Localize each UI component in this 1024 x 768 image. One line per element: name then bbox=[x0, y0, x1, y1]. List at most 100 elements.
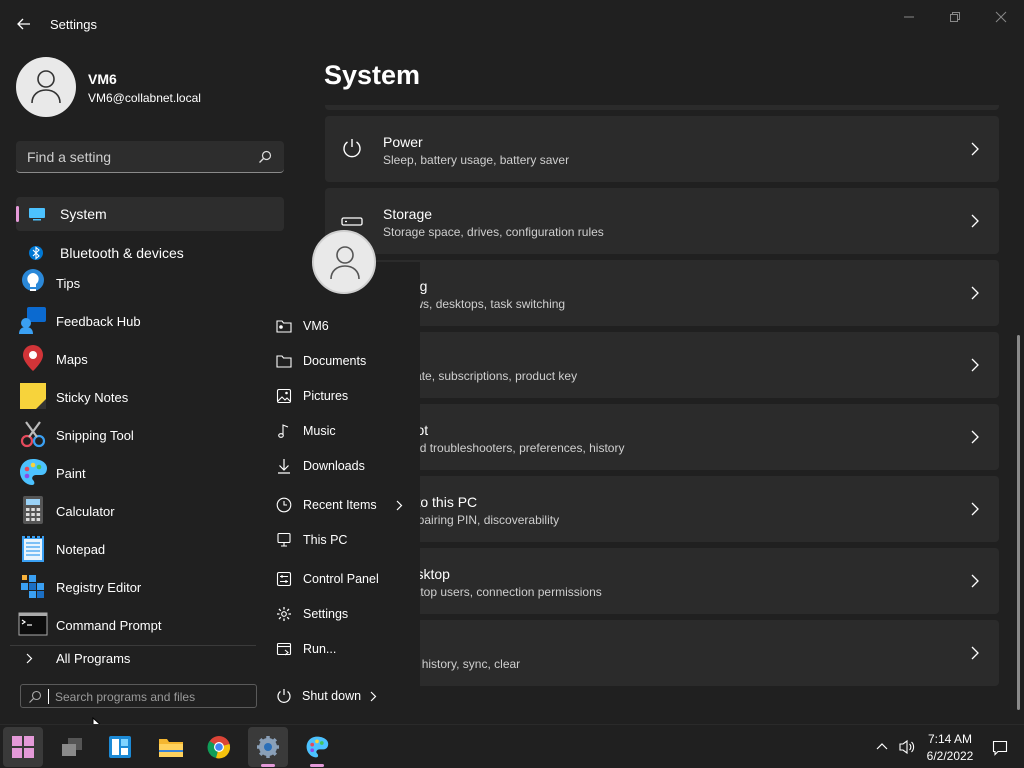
app-label: Maps bbox=[56, 352, 88, 367]
start-place-vm6[interactable]: VM6 bbox=[274, 312, 414, 340]
back-button[interactable] bbox=[12, 12, 36, 36]
running-indicator bbox=[261, 764, 275, 767]
maximize-button[interactable] bbox=[932, 6, 978, 28]
sticky-notes-icon bbox=[20, 383, 46, 409]
start-place-this-pc[interactable]: This PC bbox=[274, 526, 414, 554]
bluetooth-icon bbox=[29, 246, 43, 260]
start-menu-user-avatar[interactable] bbox=[312, 230, 376, 294]
scrollbar[interactable] bbox=[1017, 335, 1020, 710]
widgets-button[interactable] bbox=[100, 727, 140, 767]
documents-icon bbox=[276, 355, 292, 368]
person-icon bbox=[31, 70, 61, 104]
title-bar: Settings bbox=[0, 0, 1024, 48]
start-app-paint[interactable]: Paint bbox=[18, 456, 248, 490]
start-place-run[interactable]: Run... bbox=[274, 635, 414, 663]
clock[interactable]: 7:14 AM 6/2/2022 bbox=[922, 731, 978, 765]
start-place-documents[interactable]: Documents bbox=[274, 347, 414, 375]
start-button[interactable] bbox=[3, 727, 43, 767]
app-label: Feedback Hub bbox=[56, 314, 141, 329]
settings-card-troubleshoot[interactable]: leshoot mended troubleshooters, preferen… bbox=[325, 404, 999, 470]
shut-down-button[interactable]: Shut down bbox=[274, 684, 394, 708]
find-setting-input[interactable]: Find a setting bbox=[16, 141, 284, 173]
control-panel-icon bbox=[276, 571, 292, 587]
start-app-sticky-notes[interactable]: Sticky Notes bbox=[18, 380, 248, 414]
folder-icon bbox=[159, 739, 183, 757]
gear-icon bbox=[257, 736, 279, 758]
start-app-command-prompt[interactable]: Command Prompt bbox=[18, 608, 248, 642]
app-label: Tips bbox=[56, 276, 81, 291]
chrome-icon bbox=[207, 736, 231, 759]
place-label: Run... bbox=[303, 642, 337, 656]
search-icon bbox=[29, 690, 42, 703]
app-label: Sticky Notes bbox=[56, 390, 129, 405]
monitor-icon bbox=[29, 208, 45, 221]
chevron-up-icon[interactable] bbox=[876, 742, 888, 750]
settings-card-activation[interactable]: tion tion state, subscriptions, product … bbox=[325, 332, 999, 398]
user-email: VM6@collabnet.local bbox=[88, 91, 201, 105]
chrome-button[interactable] bbox=[199, 727, 239, 767]
file-explorer-button[interactable] bbox=[150, 727, 190, 767]
minimize-button[interactable] bbox=[886, 6, 932, 28]
downloads-icon bbox=[278, 459, 290, 474]
start-app-calculator[interactable]: Calculator bbox=[18, 494, 248, 528]
sidebar-item-system[interactable]: System bbox=[16, 197, 284, 231]
divider bbox=[10, 645, 256, 646]
selection-indicator bbox=[16, 206, 19, 222]
start-app-notepad[interactable]: Notepad bbox=[18, 532, 248, 566]
pictures-icon bbox=[276, 388, 292, 404]
settings-card-clipboard[interactable]: oard d copy history, sync, clear bbox=[325, 620, 999, 686]
app-label: Command Prompt bbox=[56, 618, 162, 633]
start-place-settings[interactable]: Settings bbox=[274, 600, 414, 628]
start-place-recent-items[interactable]: Recent Items bbox=[274, 491, 414, 519]
start-app-feedback-hub[interactable]: Feedback Hub bbox=[18, 304, 248, 338]
clock-date: 6/2/2022 bbox=[926, 749, 974, 763]
clock-icon bbox=[276, 497, 292, 513]
page-title: System bbox=[324, 60, 421, 90]
paint-taskbar-button[interactable] bbox=[297, 727, 337, 767]
settings-card-storage[interactable]: Storage Storage space, drives, configura… bbox=[325, 188, 999, 254]
user-folder-icon bbox=[276, 320, 292, 333]
sidebar-item-bluetooth[interactable]: Bluetooth & devices bbox=[16, 236, 284, 262]
start-place-downloads[interactable]: Downloads bbox=[274, 452, 414, 480]
chevron-right-icon bbox=[971, 502, 979, 516]
card-title: Storage bbox=[383, 206, 433, 222]
settings-card-remote-desktop[interactable]: te Desktop e Desktop users, connection p… bbox=[325, 548, 999, 614]
task-view-button[interactable] bbox=[52, 727, 92, 767]
user-avatar[interactable] bbox=[16, 57, 76, 117]
start-place-pictures[interactable]: Pictures bbox=[274, 382, 414, 410]
chevron-right-icon bbox=[396, 500, 403, 511]
close-icon bbox=[995, 11, 1007, 23]
command-prompt-icon bbox=[18, 612, 48, 636]
start-app-snipping-tool[interactable]: Snipping Tool bbox=[18, 418, 248, 452]
chevron-right-icon bbox=[971, 142, 979, 156]
all-programs-button[interactable]: All Programs bbox=[18, 648, 256, 670]
start-app-maps[interactable]: Maps bbox=[18, 342, 248, 376]
widgets-icon bbox=[109, 736, 131, 758]
start-place-music[interactable]: Music bbox=[274, 417, 414, 445]
search-icon bbox=[259, 150, 272, 163]
music-icon bbox=[278, 424, 289, 438]
chevron-right-icon bbox=[370, 691, 377, 702]
settings-taskbar-button[interactable] bbox=[248, 727, 288, 767]
volume-icon[interactable] bbox=[898, 739, 916, 755]
start-place-control-panel[interactable]: Control Panel bbox=[274, 565, 414, 593]
sidebar-item-label: Bluetooth & devices bbox=[60, 245, 184, 261]
back-arrow-icon bbox=[17, 18, 30, 30]
maps-icon bbox=[23, 345, 43, 371]
find-setting-placeholder: Find a setting bbox=[27, 149, 112, 165]
start-app-registry-editor[interactable]: Registry Editor bbox=[18, 570, 248, 604]
card-subtitle: Sleep, battery usage, battery saver bbox=[383, 153, 570, 167]
minimize-icon bbox=[904, 16, 914, 18]
chevron-right-icon bbox=[971, 646, 979, 660]
paint-icon bbox=[20, 459, 47, 485]
settings-card-multitasking[interactable]: tasking windows, desktops, task switchin… bbox=[325, 260, 999, 326]
chevron-right-icon bbox=[971, 574, 979, 588]
search-programs-input[interactable]: Search programs and files bbox=[20, 684, 257, 708]
app-label: Notepad bbox=[56, 542, 106, 557]
start-app-tips[interactable]: Tips bbox=[18, 266, 248, 300]
close-button[interactable] bbox=[978, 6, 1024, 28]
settings-card-power[interactable]: Power Sleep, battery usage, battery save… bbox=[325, 116, 999, 182]
settings-card-projecting[interactable]: cting to this PC sions, pairing PIN, dis… bbox=[325, 476, 999, 542]
notification-icon[interactable] bbox=[992, 740, 1008, 756]
place-label: Documents bbox=[303, 354, 367, 368]
